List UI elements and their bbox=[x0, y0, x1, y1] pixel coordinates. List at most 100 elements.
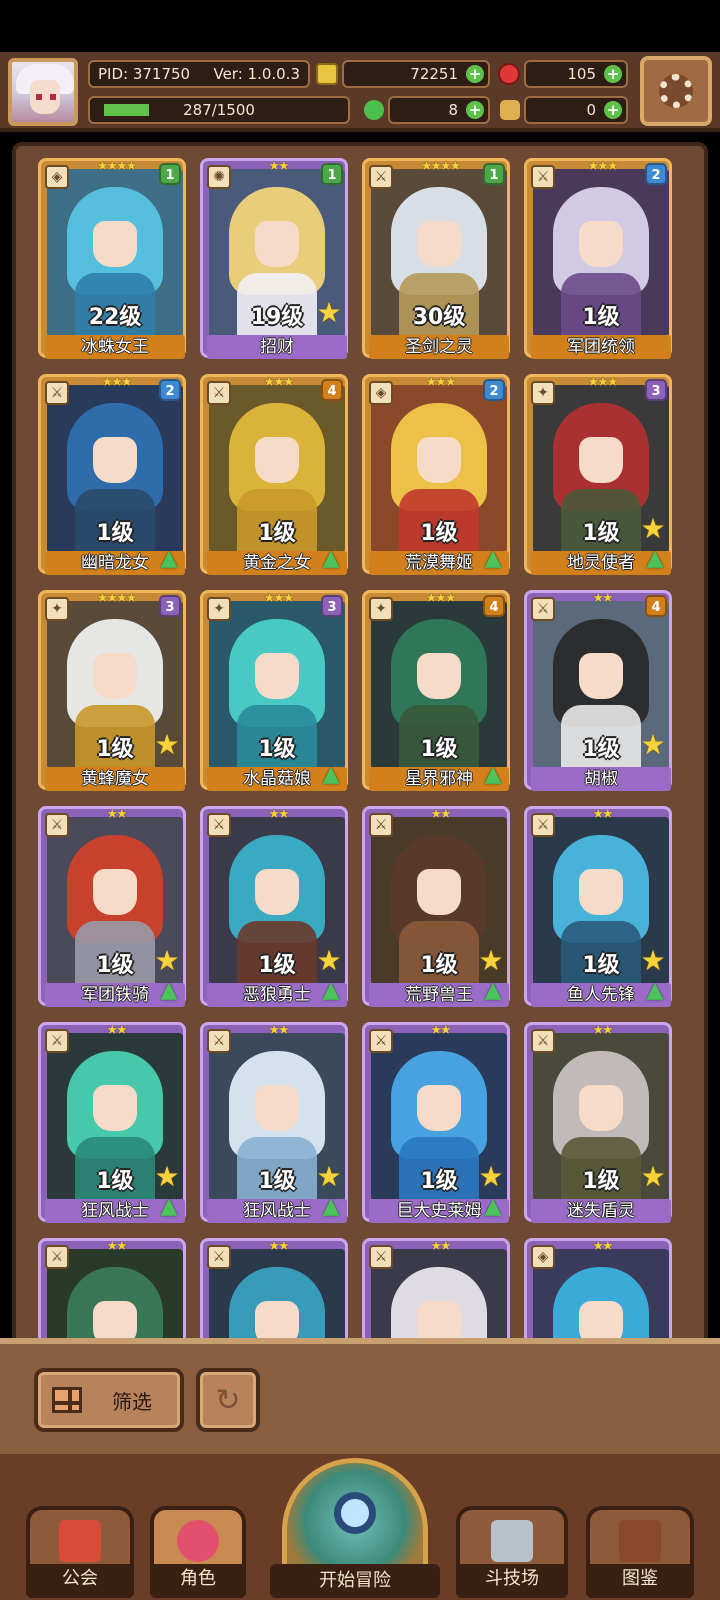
star-upgrade-icon[interactable]: ★ bbox=[477, 947, 505, 975]
star-upgrade-icon[interactable]: ★ bbox=[639, 731, 667, 759]
character-name: 圣剑之灵 bbox=[369, 335, 509, 359]
star-upgrade-icon[interactable]: ★ bbox=[639, 1163, 667, 1191]
level-up-arrow-icon[interactable]: ▲ bbox=[641, 545, 669, 573]
nav-adventure[interactable]: 开始冒险 bbox=[270, 1458, 440, 1598]
nav-guild-label: 公会 bbox=[30, 1564, 130, 1594]
character-card[interactable]: ⚔ ★★ 1级 狂风战士 ★ ▲ bbox=[38, 1022, 186, 1223]
character-card[interactable]: ⚔ ★★ 1级 恶狼勇士 ★ ▲ bbox=[200, 806, 348, 1007]
sword-role-icon: ⚔ bbox=[369, 165, 393, 189]
character-card[interactable]: ⚔ ★★ 4 1级 胡椒 ★ bbox=[524, 590, 672, 791]
star-upgrade-icon[interactable]: ★ bbox=[315, 1163, 343, 1191]
star-upgrade-icon[interactable]: ★ bbox=[639, 515, 667, 543]
portrait-face bbox=[255, 653, 299, 699]
add-clover-button[interactable]: + bbox=[466, 101, 484, 119]
nav-codex[interactable]: 图鉴 bbox=[586, 1506, 694, 1598]
sword-role-icon: ⚔ bbox=[369, 813, 393, 837]
character-card[interactable]: ⚔ ★★ 1级 巨大史莱姆 ★ ▲ bbox=[362, 1022, 510, 1223]
character-card[interactable]: ⚔ ★★ 1级 狂风战士 ★ ▲ bbox=[200, 1022, 348, 1223]
level-up-arrow-icon[interactable]: ▲ bbox=[317, 1193, 345, 1221]
character-card[interactable]: ◈ ★★★★ 1 22级 冰蛛女王 bbox=[38, 158, 186, 359]
portrait-face bbox=[417, 1085, 461, 1131]
level-up-arrow-icon[interactable]: ▲ bbox=[317, 761, 345, 789]
shield-role-icon: ◈ bbox=[531, 1245, 555, 1269]
nav-codex-label: 图鉴 bbox=[590, 1564, 690, 1594]
star-upgrade-icon[interactable]: ★ bbox=[153, 1163, 181, 1191]
character-card[interactable]: ◈ ★★★ 2 1级 荒漠舞姬 ▲ bbox=[362, 374, 510, 575]
settings-button[interactable] bbox=[640, 56, 712, 126]
star-upgrade-icon[interactable]: ★ bbox=[153, 947, 181, 975]
status-bar bbox=[0, 0, 720, 52]
level-up-arrow-icon[interactable]: ▲ bbox=[479, 977, 507, 1005]
character-card[interactable]: ✦ ★★★ 4 1级 星界邪神 ▲ bbox=[362, 590, 510, 791]
character-card[interactable]: ⚔ ★★ 1级 迷失盾灵 ★ bbox=[524, 1022, 672, 1223]
add-hand-button[interactable]: + bbox=[604, 101, 622, 119]
magnifier-icon bbox=[334, 1492, 376, 1534]
staff-role-icon: ✦ bbox=[207, 597, 231, 621]
character-name: 胡椒 bbox=[531, 767, 671, 791]
star-upgrade-icon[interactable]: ★ bbox=[477, 1163, 505, 1191]
rarity-stars: ★★★★ bbox=[96, 591, 138, 606]
portrait-face bbox=[93, 1085, 137, 1131]
character-level: 22级 bbox=[88, 305, 142, 330]
nav-character[interactable]: 角色 bbox=[150, 1506, 246, 1598]
sword-role-icon: ⚔ bbox=[45, 813, 69, 837]
filter-button[interactable]: 筛选 bbox=[34, 1368, 184, 1432]
character-card[interactable]: ⚔ ★★★ 4 1级 黄金之女 ▲ bbox=[200, 374, 348, 575]
rarity-stars: ★★★ bbox=[263, 591, 295, 606]
bottom-area: 筛选 ↻ 公会 角色 开始冒险 斗技场 图鉴 bbox=[0, 1338, 720, 1600]
character-card[interactable]: ✦ ★★★ 3 1级 地灵使者 ★ ▲ bbox=[524, 374, 672, 575]
level-up-arrow-icon[interactable]: ▲ bbox=[155, 977, 183, 1005]
character-card[interactable]: ⚔ ★★★ 2 1级 幽暗龙女 ▲ bbox=[38, 374, 186, 575]
reset-button[interactable]: ↻ bbox=[196, 1368, 260, 1432]
character-card[interactable]: ✦ ★★★ 3 1级 水晶菇娘 ▲ bbox=[200, 590, 348, 791]
level-up-arrow-icon[interactable]: ▲ bbox=[479, 545, 507, 573]
sun-role-icon: ✺ bbox=[207, 165, 231, 189]
gold-amount: 72251 bbox=[410, 65, 458, 83]
portrait-face bbox=[255, 869, 299, 915]
character-name: 军团统领 bbox=[531, 335, 671, 359]
level-up-arrow-icon[interactable]: ▲ bbox=[317, 545, 345, 573]
level-up-arrow-icon[interactable]: ▲ bbox=[155, 545, 183, 573]
character-card[interactable]: ⚔ ★★ 1级 鱼人先锋 ★ ▲ bbox=[524, 806, 672, 1007]
tier-badge: 3 bbox=[645, 379, 667, 401]
player-id-box: PID: 371750 Ver: 1.0.0.3 bbox=[88, 60, 310, 88]
rarity-stars: ★★★ bbox=[587, 159, 619, 174]
level-up-arrow-icon[interactable]: ▲ bbox=[479, 1193, 507, 1221]
level-up-arrow-icon[interactable]: ▲ bbox=[155, 1193, 183, 1221]
shield-role-icon: ◈ bbox=[369, 381, 393, 405]
rarity-stars: ★★ bbox=[268, 1239, 289, 1254]
player-avatar[interactable] bbox=[8, 58, 78, 126]
star-upgrade-icon[interactable]: ★ bbox=[639, 947, 667, 975]
hand-amount: 0 bbox=[586, 101, 596, 119]
star-upgrade-icon[interactable]: ★ bbox=[315, 947, 343, 975]
star-upgrade-icon[interactable]: ★ bbox=[153, 731, 181, 759]
nav-arena[interactable]: 斗技场 bbox=[456, 1506, 568, 1598]
sword-role-icon: ⚔ bbox=[207, 1245, 231, 1269]
portrait-face bbox=[579, 221, 623, 267]
level-up-arrow-icon[interactable]: ▲ bbox=[641, 977, 669, 1005]
portrait-face bbox=[579, 437, 623, 483]
add-gem-button[interactable]: + bbox=[604, 65, 622, 83]
portrait-face bbox=[417, 869, 461, 915]
rarity-stars: ★★ bbox=[268, 1023, 289, 1038]
character-card[interactable]: ⚔ ★★★ 2 1级 军团统领 bbox=[524, 158, 672, 359]
character-card[interactable]: ⚔ ★★ 1级 军团铁骑 ★ ▲ bbox=[38, 806, 186, 1007]
player-id: PID: 371750 bbox=[98, 65, 191, 83]
star-upgrade-icon[interactable]: ★ bbox=[315, 299, 343, 327]
sword-role-icon: ⚔ bbox=[45, 1029, 69, 1053]
staff-role-icon: ✦ bbox=[369, 597, 393, 621]
character-card[interactable]: ⚔ ★★ 1级 荒野兽王 ★ ▲ bbox=[362, 806, 510, 1007]
level-up-arrow-icon[interactable]: ▲ bbox=[479, 761, 507, 789]
rarity-stars: ★★ bbox=[592, 1239, 613, 1254]
character-card[interactable]: ⚔ ★★★★ 1 30级 圣剑之灵 bbox=[362, 158, 510, 359]
exp-text: 287/1500 bbox=[183, 101, 255, 119]
nav-guild[interactable]: 公会 bbox=[26, 1506, 134, 1598]
nav-arena-label: 斗技场 bbox=[460, 1564, 564, 1594]
rarity-stars: ★★ bbox=[430, 807, 451, 822]
level-up-arrow-icon[interactable]: ▲ bbox=[317, 977, 345, 1005]
add-gold-button[interactable]: + bbox=[466, 65, 484, 83]
character-card[interactable]: ✦ ★★★★ 3 1级 黄蜂魔女 ★ bbox=[38, 590, 186, 791]
character-card[interactable]: ✺ ★★ 1 19级 招财 ★ bbox=[200, 158, 348, 359]
rarity-stars: ★★★★ bbox=[420, 159, 462, 174]
tier-badge: 2 bbox=[483, 379, 505, 401]
